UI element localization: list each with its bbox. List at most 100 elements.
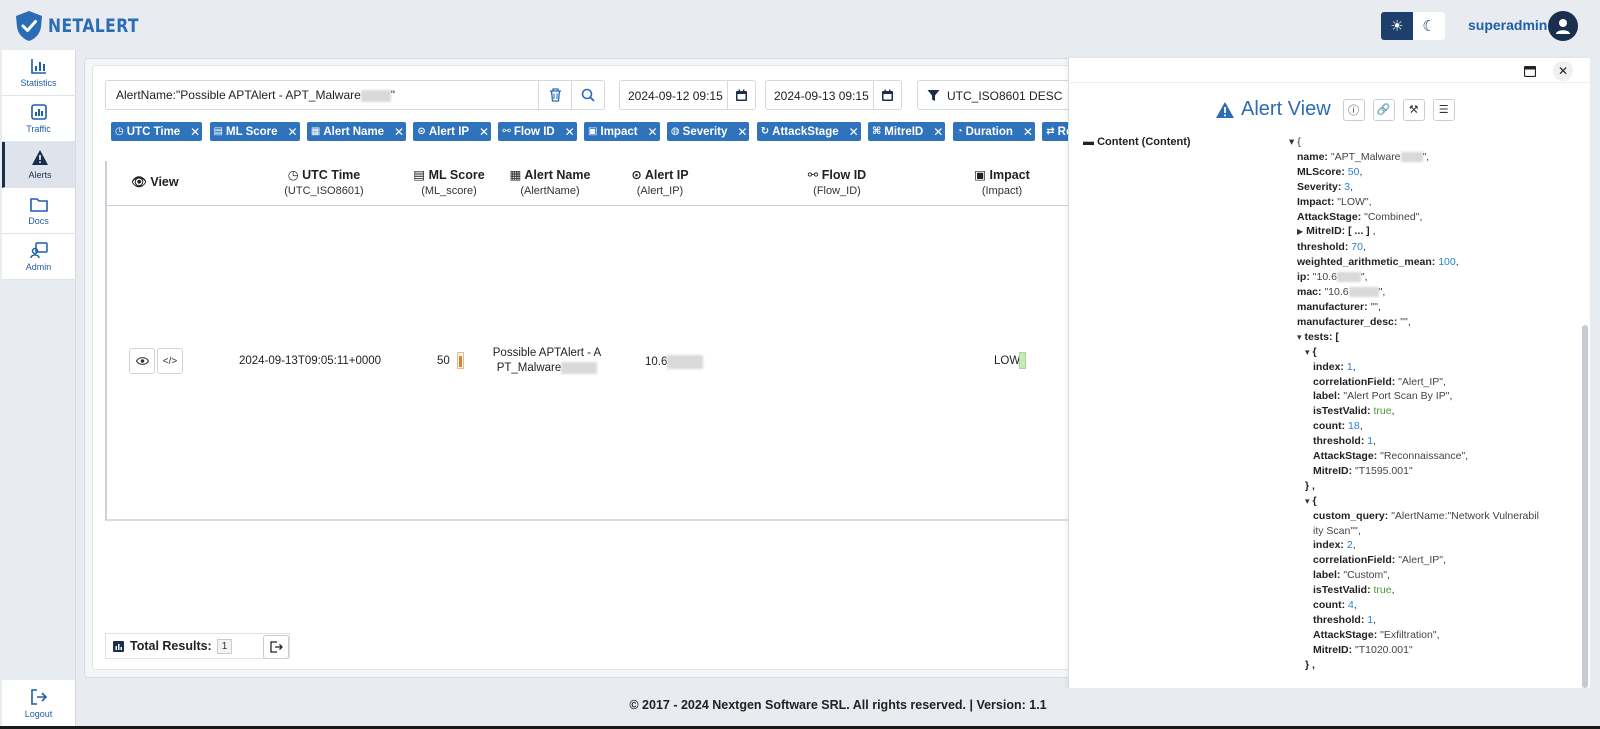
detail-toolbar: ✕ (1069, 58, 1590, 83)
search-input[interactable]: AlertName:"Possible APTAlert - APT_Malwa… (105, 80, 605, 110)
logout-label: Logout (24, 709, 53, 719)
sidebar-item-admin[interactable]: Admin (2, 234, 75, 280)
json-mitreid-toggle[interactable]: ▶ MitreID: [ ... ] , (1289, 224, 1579, 240)
date-to-input[interactable]: 2024-09-13 09:15 (765, 80, 902, 110)
chip-severity[interactable]: ◍ Severity ✕ (666, 122, 750, 141)
sidebar-item-docs[interactable]: Docs (2, 188, 75, 234)
cycle-icon: ↻ (760, 126, 770, 137)
sort-select[interactable]: UTC_ISO8601 DESC (917, 80, 1077, 110)
logout-button[interactable]: Logout (2, 680, 75, 728)
close-icon[interactable]: ✕ (847, 125, 861, 139)
info-icon: ⓘ (1348, 104, 1360, 117)
chip-alert-ip[interactable]: ⊙ Alert IP ✕ (413, 122, 492, 141)
close-icon[interactable]: ✕ (477, 125, 491, 139)
close-icon[interactable]: ✕ (646, 125, 660, 139)
sidebar-item-label: Statistics (20, 78, 57, 88)
maximize-button[interactable] (1519, 61, 1541, 81)
link-button[interactable]: 🔗 (1372, 98, 1395, 121)
json-value: "APT_Malware (1330, 150, 1401, 163)
table-row[interactable]: </> 2024-09-13T09:05:11+0000 50 Possible… (105, 206, 1075, 521)
sidebar-item-alerts[interactable]: Alerts (2, 142, 75, 188)
col-title: Flow ID (821, 168, 867, 182)
calendar-to-button[interactable] (873, 81, 901, 109)
chip-re[interactable]: ⇄Re✕ (1042, 122, 1071, 141)
close-icon[interactable]: ✕ (392, 125, 406, 139)
folder-icon (29, 198, 48, 212)
json-tests-toggle[interactable]: ▾ tests: [ (1289, 330, 1579, 345)
close-panel-button[interactable]: ✕ (1553, 61, 1573, 81)
moon-icon[interactable]: ☾ (1413, 12, 1445, 40)
ml-score-bar (457, 352, 464, 369)
json-test2-toggle[interactable]: ▾ { (1289, 494, 1579, 509)
close-icon[interactable]: ✕ (563, 125, 577, 139)
chip-attackstage[interactable]: ↻ AttackStage ✕ (756, 122, 861, 141)
col-impact[interactable]: ▣ Impact (Impact) (962, 167, 1042, 197)
total-label: Total Results: (130, 639, 212, 653)
search-button[interactable] (571, 81, 604, 109)
close-icon[interactable]: ✕ (735, 125, 749, 139)
list-icon: ☰ (1438, 104, 1449, 116)
avatar[interactable] (1548, 11, 1578, 41)
col-flow-id[interactable]: ⚯ Flow ID (Flow_ID) (797, 167, 877, 197)
chip-mitreid[interactable]: ⌘ MitreID ✕ (867, 122, 946, 141)
close-icon[interactable]: ✕ (188, 125, 202, 139)
user-icon (1556, 19, 1570, 34)
sidebar-item-label: Admin (25, 262, 52, 272)
hammer-icon: ⚒ (1408, 104, 1419, 116)
json-value: 3 (1344, 180, 1351, 193)
calendar-from-button[interactable] (727, 81, 755, 109)
tools-button[interactable]: ⚒ (1402, 98, 1425, 121)
view-button[interactable] (129, 348, 155, 374)
close-icon[interactable]: ✕ (931, 125, 945, 139)
row-impact: LOW (994, 355, 1021, 367)
eye-icon (135, 357, 149, 365)
link-icon: 🔗 (1376, 104, 1391, 116)
code-view-button[interactable]: </> (157, 348, 183, 374)
sidebar-item-label: Docs (28, 216, 49, 226)
theme-toggle[interactable]: ☀ ☾ (1381, 12, 1445, 40)
json-value: "Alert Port Scan By IP" (1343, 390, 1450, 403)
sidebar-item-statistics[interactable]: Statistics (2, 50, 75, 96)
col-alert-name[interactable]: ▦ Alert Name (AlertName) (500, 167, 600, 197)
close-icon[interactable]: ✕ (1021, 125, 1035, 139)
export-button[interactable] (263, 635, 289, 659)
col-title: Impact (989, 168, 1030, 182)
chip-ml-score[interactable]: ▤ ML Score ✕ (209, 122, 300, 141)
detail-scrollbar[interactable] (1582, 325, 1588, 688)
date-to-value: 2024-09-13 09:15 (774, 89, 869, 103)
close-icon[interactable]: ✕ (286, 125, 300, 139)
col-title: Alert Name (524, 168, 591, 182)
redacted-block (667, 355, 704, 369)
sidebar-item-traffic[interactable]: Traffic (2, 96, 75, 142)
list-button[interactable]: ☰ (1432, 98, 1455, 121)
json-value: "" (1370, 300, 1378, 313)
sidebar-item-label: Alerts (28, 170, 52, 180)
chip-utc-time[interactable]: ◷ UTC Time ✕ (111, 122, 203, 141)
info-button[interactable]: ⓘ (1342, 98, 1365, 121)
row-alert-ip: 10.6 (645, 355, 704, 369)
clear-search-button[interactable] (538, 81, 571, 109)
col-view[interactable]: 👁 View (131, 175, 179, 190)
date-from-input[interactable]: 2024-09-12 09:15 (619, 80, 756, 110)
app-logo[interactable]: NETALERT (14, 10, 159, 42)
search-query[interactable]: AlertName:"Possible APTAlert - APT_Malwa… (116, 88, 395, 102)
chip-duration[interactable]: ◔ Duration ✕ (952, 122, 1035, 141)
json-root-toggle[interactable]: ▾ { (1289, 135, 1579, 150)
sun-icon[interactable]: ☀ (1381, 12, 1413, 40)
redacted-block (1336, 272, 1361, 283)
col-alert-ip[interactable]: ⊙ Alert IP (Alert_IP) (620, 167, 700, 197)
col-ml-score[interactable]: ▤ ML Score (ML_score) (409, 167, 489, 197)
chip-flow-id[interactable]: ⚯ Flow ID ✕ (498, 122, 577, 141)
impact-bar (1019, 352, 1026, 369)
chip-impact[interactable]: ▣ Impact ✕ (584, 122, 660, 141)
col-utc-time[interactable]: ◷ UTC Time (UTC_ISO8601) (259, 167, 389, 197)
json-test1-toggle[interactable]: ▾ { (1289, 345, 1579, 360)
chip-alert-name[interactable]: ▦ Alert Name ✕ (306, 122, 407, 141)
chip-label: Impact (600, 125, 638, 138)
username[interactable]: superadmin (1468, 17, 1547, 33)
json-value: "LOW" (1337, 195, 1369, 208)
json-value: "10.6 (1324, 286, 1349, 299)
trash-icon (549, 88, 561, 102)
col-subtitle: (AlertName) (520, 185, 580, 197)
content-label-text: Content (Content) (1097, 136, 1191, 148)
